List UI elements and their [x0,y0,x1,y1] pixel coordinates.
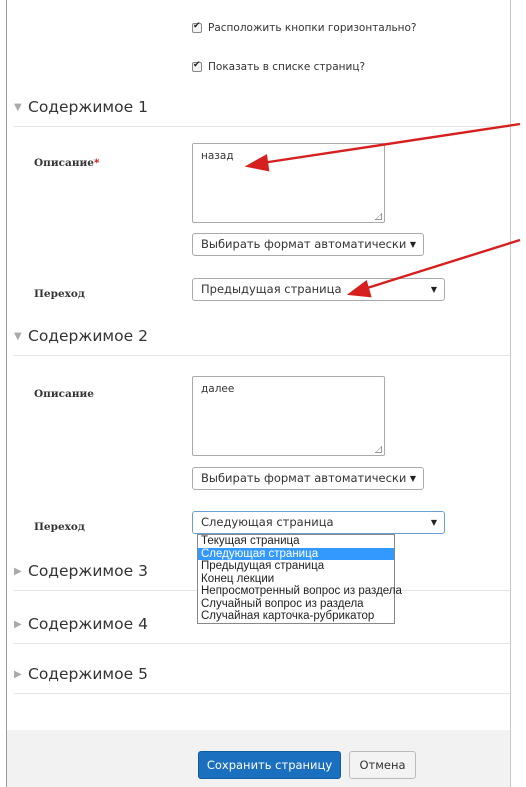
horizontal-buttons-checkbox[interactable]: Расположить кнопки горизонтально? [192,21,417,34]
divider [14,355,510,356]
divider [14,643,510,644]
dropdown-option[interactable]: Предыдущая страница [198,560,394,573]
content-2-description-label: Описание [34,388,94,400]
show-in-page-list-checkbox[interactable]: Показать в списке страниц? [192,60,366,73]
content-3-title: Содержимое 3 [28,562,148,580]
dropdown-option[interactable]: Случайный вопрос из раздела [198,598,394,611]
content-1-format-select[interactable]: Выбирать формат автоматически ▼ [192,233,424,256]
description-label-text: Описание [34,157,94,169]
divider [14,126,510,127]
transition-options-dropdown[interactable]: Текущая страница Следующая страница Пред… [197,534,402,624]
save-page-button[interactable]: Сохранить страницу [198,751,341,779]
show-in-page-list-label: Показать в списке страниц? [208,61,366,73]
checkbox-checked-icon[interactable] [192,21,202,33]
format-select-value: Выбирать формат автоматически [201,237,407,251]
content-2-format-select[interactable]: Выбирать формат автоматически ▼ [192,467,424,490]
expanded-triangle-icon: ▼ [14,102,22,113]
content-2-title: Содержимое 2 [28,327,148,345]
content-2-transition-select[interactable]: Следующая страница ▼ [192,511,445,534]
content-1-transition-label: Переход [34,288,85,300]
checkbox-checked-icon[interactable] [192,60,202,72]
transition-select-value: Предыдущая страница [201,282,342,296]
collapsed-triangle-icon: ▶ [14,566,22,577]
content-1-description-label: Описание* [34,157,99,169]
content-5-header[interactable]: ▶ Содержимое 5 [14,665,510,694]
dropdown-option[interactable]: Текущая страница [198,535,394,548]
page-border-right [510,0,511,787]
dropdown-option-selected[interactable]: Следующая страница [198,547,394,560]
content-1-description-textarea[interactable]: назад [192,143,385,223]
cancel-button[interactable]: Отмена [349,751,416,779]
dropdown-caret-icon: ▼ [409,474,416,483]
resize-grip-icon[interactable] [375,446,382,453]
dropdown-option[interactable]: Конец лекции [198,573,394,586]
resize-grip-icon[interactable] [375,213,382,220]
content-1-title: Содержимое 1 [28,98,148,116]
dropdown-caret-icon: ▼ [409,240,416,249]
dropdown-caret-icon: ▼ [430,518,437,527]
content-1-description-value: назад [201,150,234,162]
transition-select-value: Следующая страница [201,515,334,529]
dropdown-option[interactable]: Непросмотренный вопрос из раздела [198,585,402,598]
content-1-header[interactable]: ▼ Содержимое 1 [14,98,510,127]
content-5-title: Содержимое 5 [28,665,148,683]
content-2-description-value: далее [201,383,235,395]
collapsed-triangle-icon: ▶ [14,669,22,680]
divider [14,693,510,694]
dropdown-option[interactable]: Случайная карточка-рубрикатор [198,610,394,623]
collapsed-triangle-icon: ▶ [14,619,22,630]
content-4-title: Содержимое 4 [28,615,148,633]
content-2-description-textarea[interactable]: далее [192,376,385,456]
content-2-transition-label: Переход [34,521,85,533]
horizontal-buttons-label: Расположить кнопки горизонтально? [208,22,417,34]
required-marker: * [93,157,100,169]
expanded-triangle-icon: ▼ [14,331,22,342]
dropdown-caret-icon: ▼ [430,285,437,294]
format-select-value: Выбирать формат автоматически [201,471,407,485]
content-2-header[interactable]: ▼ Содержимое 2 [14,327,510,356]
content-1-transition-select[interactable]: Предыдущая страница ▼ [192,278,445,301]
page-border-left [6,0,7,787]
